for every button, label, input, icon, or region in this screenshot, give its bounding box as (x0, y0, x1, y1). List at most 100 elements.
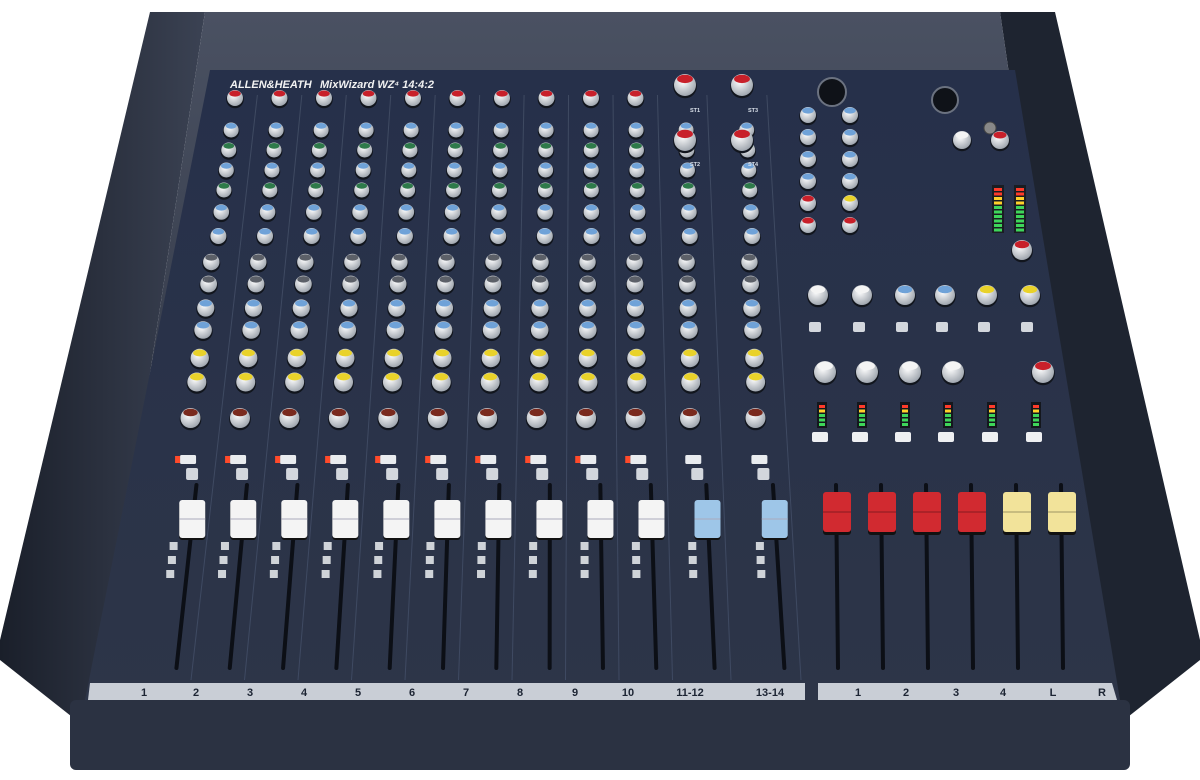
channel-fader[interactable] (638, 500, 665, 540)
group-mute-button[interactable] (982, 432, 998, 442)
talkback-mic-socket[interactable] (931, 86, 959, 114)
pfl-button[interactable] (636, 468, 649, 480)
mute-button[interactable] (175, 455, 197, 464)
mute-button[interactable] (475, 455, 497, 464)
mute-button[interactable] (425, 455, 447, 464)
routing-button[interactable] (425, 570, 434, 578)
lamp-socket[interactable] (817, 77, 847, 107)
channel-fader[interactable] (434, 500, 461, 540)
afl-button[interactable] (853, 322, 865, 332)
channel-fader[interactable] (536, 500, 563, 540)
group-number-label: 1 (855, 687, 861, 699)
routing-button[interactable] (425, 556, 434, 564)
mute-button[interactable] (575, 455, 597, 464)
pfl-button[interactable] (336, 468, 349, 480)
channel-fader[interactable] (587, 500, 614, 540)
routing-button[interactable] (220, 542, 229, 550)
routing-button[interactable] (529, 542, 538, 550)
phones-jack[interactable] (983, 121, 997, 135)
routing-button[interactable] (477, 542, 486, 550)
routing-button[interactable] (272, 542, 281, 550)
pfl-button[interactable] (586, 468, 599, 480)
routing-button[interactable] (271, 556, 280, 564)
channel-fader[interactable] (761, 500, 788, 540)
group-meter (900, 402, 910, 428)
channel-fader[interactable] (383, 500, 410, 540)
routing-button[interactable] (477, 556, 486, 564)
master-fader[interactable] (1048, 492, 1076, 535)
mute-button[interactable] (625, 455, 647, 464)
routing-button[interactable] (757, 570, 766, 578)
routing-button[interactable] (269, 570, 278, 578)
channel-number-label: 3 (247, 687, 253, 699)
routing-button[interactable] (374, 556, 383, 564)
routing-button[interactable] (321, 570, 330, 578)
routing-button[interactable] (218, 570, 227, 578)
mute-button[interactable] (685, 455, 702, 464)
group-fader[interactable] (868, 492, 896, 535)
channel-number-label: 5 (355, 687, 361, 699)
group-fader[interactable] (958, 492, 986, 535)
channel-number-label: 8 (517, 687, 523, 699)
routing-button[interactable] (755, 542, 764, 550)
routing-button[interactable] (756, 556, 765, 564)
mute-button[interactable] (751, 455, 768, 464)
routing-button[interactable] (688, 542, 697, 550)
group-number-label: 2 (903, 687, 909, 699)
pfl-button[interactable] (386, 468, 399, 480)
group-fader[interactable] (823, 492, 851, 535)
mute-button[interactable] (275, 455, 297, 464)
afl-button[interactable] (809, 322, 821, 332)
channel-fader[interactable] (281, 500, 308, 540)
channel-fader[interactable] (332, 500, 359, 540)
pfl-button[interactable] (486, 468, 499, 480)
routing-button[interactable] (528, 556, 537, 564)
pfl-button[interactable] (757, 468, 770, 480)
routing-button[interactable] (528, 570, 537, 578)
routing-button[interactable] (167, 556, 176, 564)
routing-button[interactable] (688, 556, 697, 564)
afl-button[interactable] (1021, 322, 1033, 332)
routing-button[interactable] (631, 542, 640, 550)
routing-button[interactable] (169, 542, 178, 550)
pfl-button[interactable] (286, 468, 299, 480)
mute-button[interactable] (375, 455, 397, 464)
routing-button[interactable] (689, 570, 698, 578)
routing-button[interactable] (375, 542, 384, 550)
group-mute-button[interactable] (1026, 432, 1042, 442)
channel-fader[interactable] (485, 500, 512, 540)
group-fader[interactable] (913, 492, 941, 535)
routing-button[interactable] (632, 570, 641, 578)
routing-button[interactable] (166, 570, 175, 578)
routing-button[interactable] (580, 556, 589, 564)
mute-button[interactable] (525, 455, 547, 464)
routing-button[interactable] (477, 570, 486, 578)
routing-button[interactable] (580, 542, 589, 550)
afl-button[interactable] (896, 322, 908, 332)
pfl-button[interactable] (536, 468, 549, 480)
channel-fader[interactable] (694, 500, 721, 540)
mute-button[interactable] (325, 455, 347, 464)
pfl-button[interactable] (691, 468, 704, 480)
pfl-button[interactable] (236, 468, 249, 480)
group-mute-button[interactable] (812, 432, 828, 442)
routing-button[interactable] (373, 570, 382, 578)
afl-button[interactable] (978, 322, 990, 332)
routing-button[interactable] (632, 556, 641, 564)
group-mute-button[interactable] (852, 432, 868, 442)
afl-button[interactable] (936, 322, 948, 332)
routing-button[interactable] (322, 556, 331, 564)
channel-fader[interactable] (230, 500, 257, 540)
routing-button[interactable] (323, 542, 332, 550)
channel-fader[interactable] (179, 500, 206, 540)
routing-button[interactable] (580, 570, 589, 578)
pfl-button[interactable] (436, 468, 449, 480)
mute-button[interactable] (225, 455, 247, 464)
routing-button[interactable] (426, 542, 435, 550)
group-mute-button[interactable] (895, 432, 911, 442)
master-fader[interactable] (1003, 492, 1031, 535)
stereo-return-label: ST1 (690, 108, 700, 114)
group-mute-button[interactable] (938, 432, 954, 442)
pfl-button[interactable] (186, 468, 199, 480)
routing-button[interactable] (219, 556, 228, 564)
